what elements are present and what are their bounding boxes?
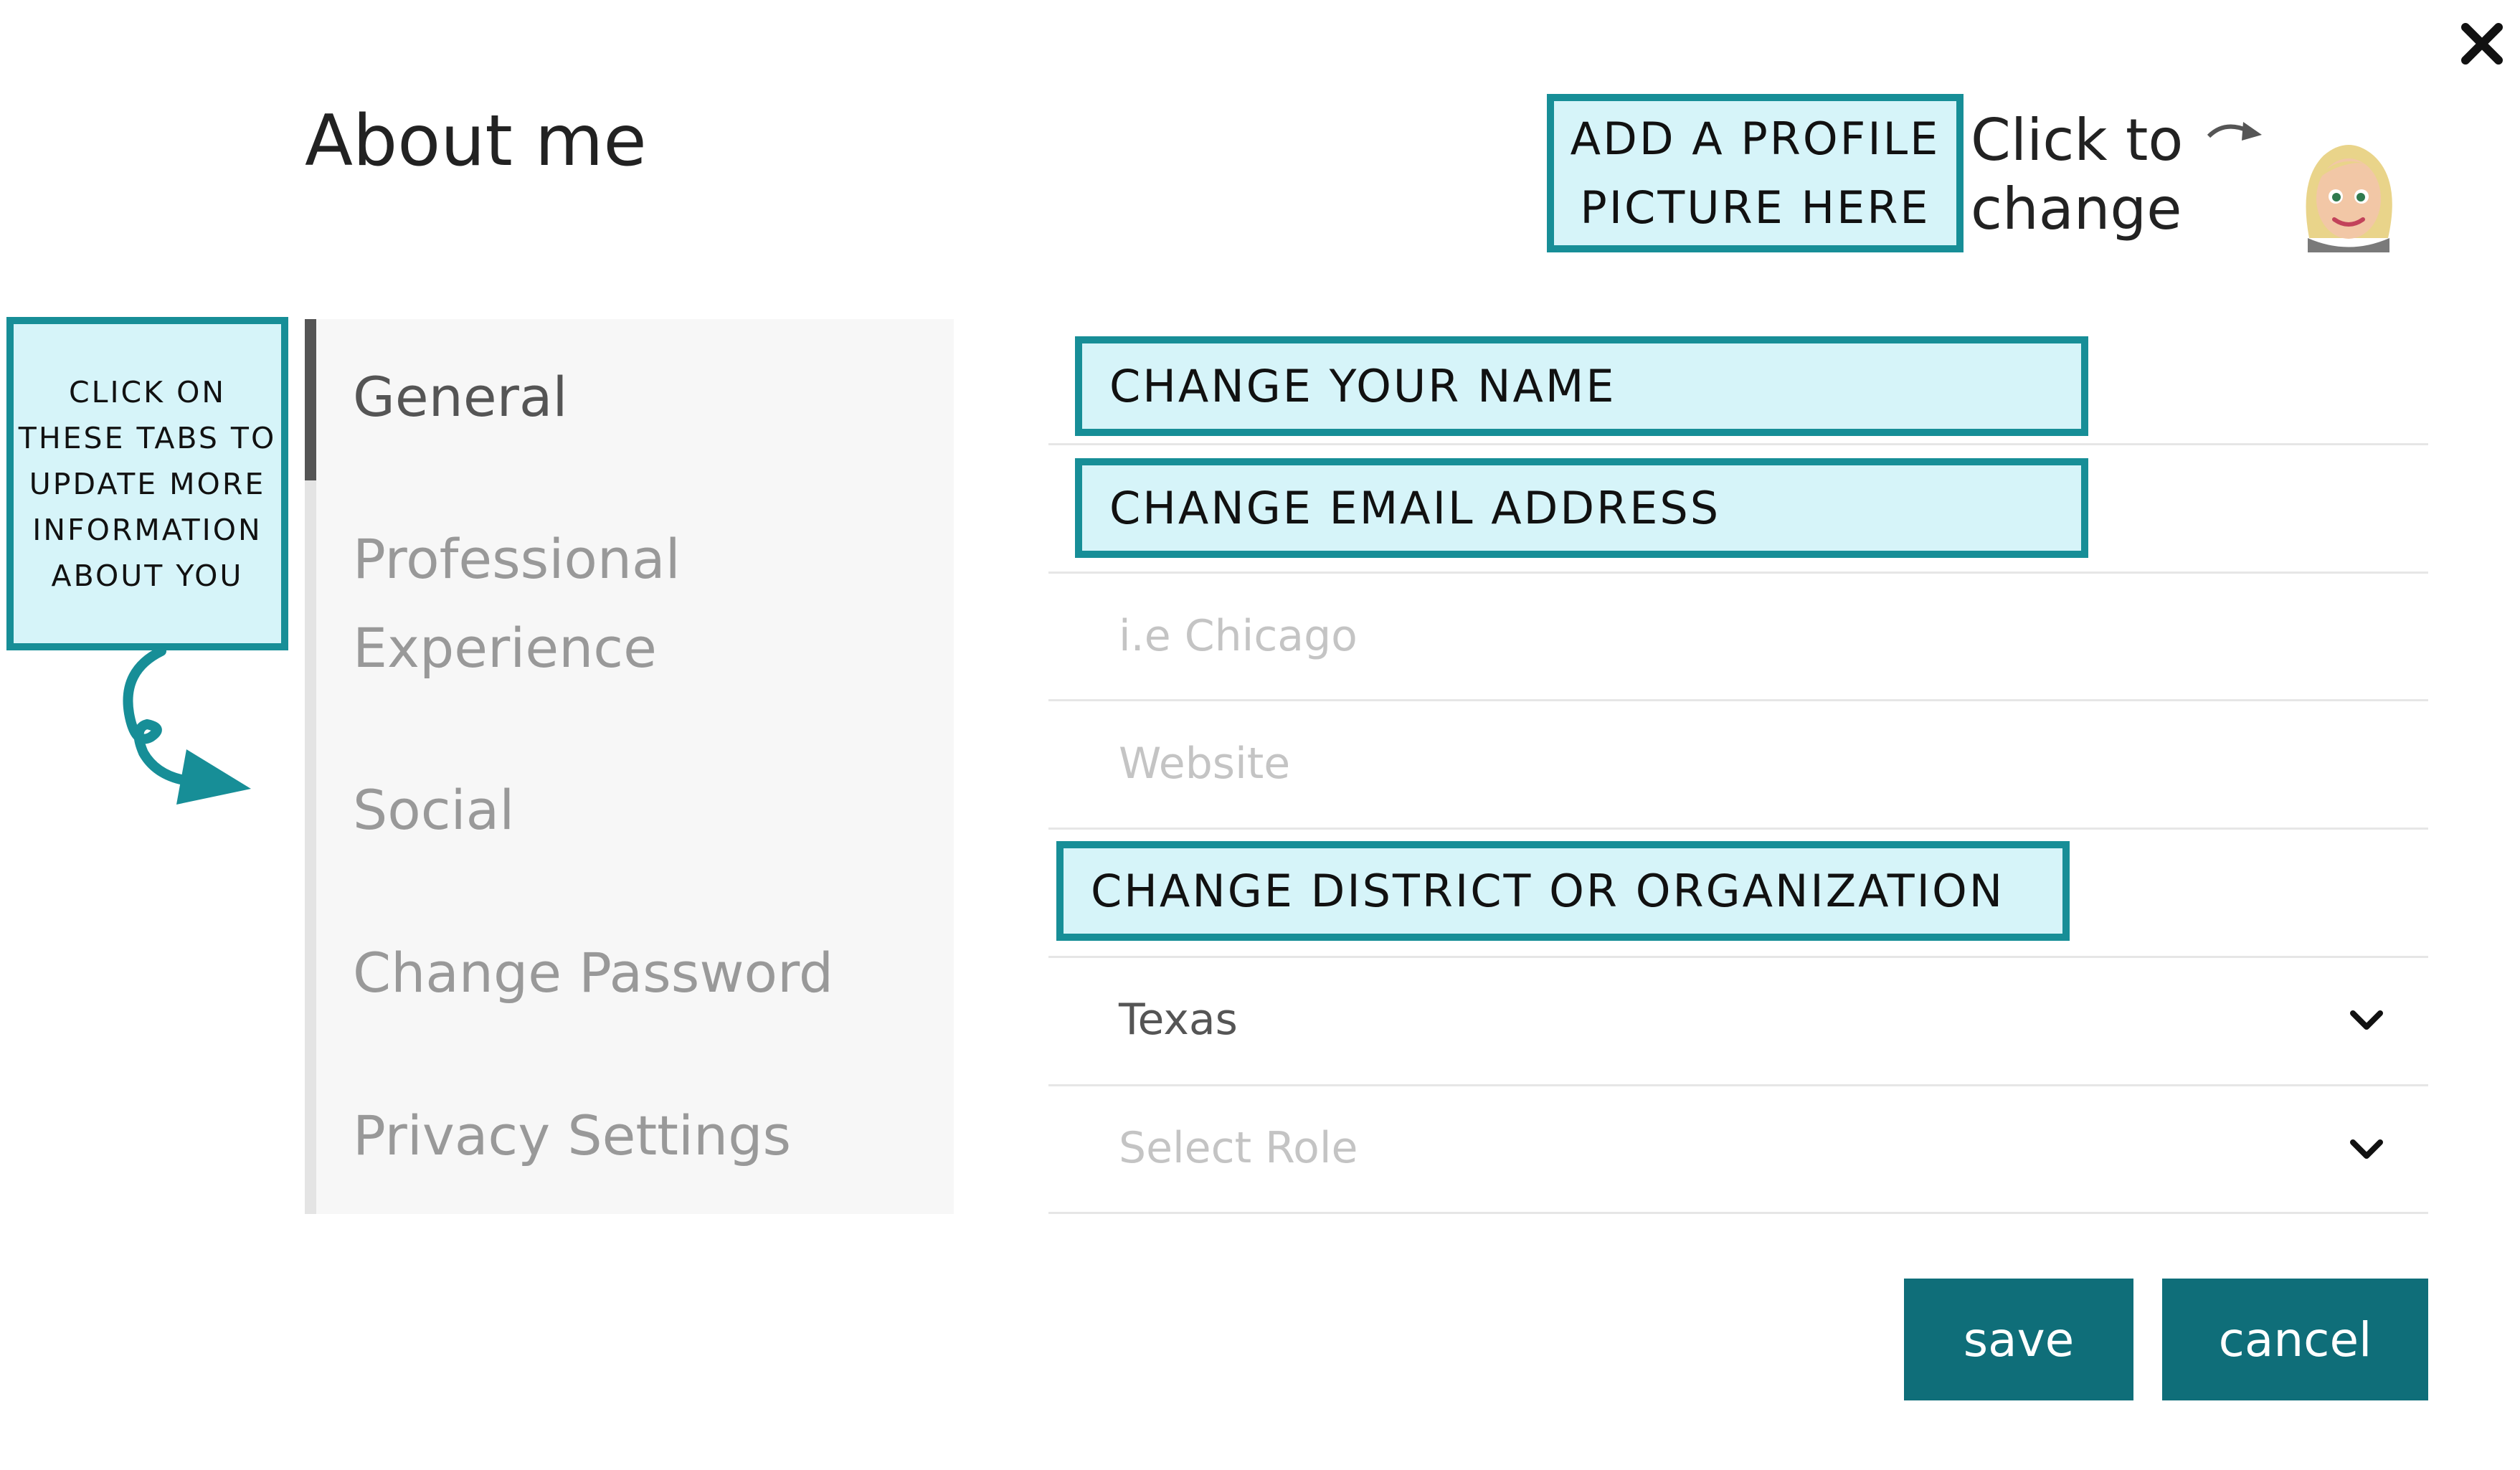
tab-active-indicator [305, 319, 316, 480]
location-placeholder: i.e Chicago [1119, 611, 1358, 661]
email-field-callout[interactable]: CHANGE EMAIL ADDRESS [1075, 458, 2088, 558]
field-divider [1048, 1084, 2428, 1086]
tab-professional-experience[interactable]: Professional Experience [353, 515, 927, 693]
tab-social[interactable]: Social [353, 766, 927, 855]
field-divider [1048, 1212, 2428, 1214]
field-divider [1048, 699, 2428, 701]
page-title: About me [305, 100, 647, 182]
field-divider [1048, 956, 2428, 958]
role-select-placeholder: Select Role [1119, 1123, 1358, 1173]
website-placeholder: Website [1119, 739, 1291, 789]
chevron-down-icon[interactable] [2349, 1137, 2384, 1162]
cancel-button[interactable]: cancel [2162, 1279, 2428, 1400]
curved-arrow-icon [2207, 122, 2262, 141]
tab-change-password[interactable]: Change Password [353, 929, 927, 1018]
click-to-change-label[interactable]: Click to change [1971, 106, 2200, 244]
state-select-value: Texas [1119, 995, 1238, 1045]
name-field-callout[interactable]: CHANGE YOUR NAME [1075, 336, 2088, 436]
avatar-icon[interactable] [2295, 131, 2402, 252]
curved-arrow-icon [123, 646, 251, 805]
tab-general[interactable]: General [353, 353, 927, 442]
profile-picture-callout: ADD A PROFILE PICTURE HERE [1547, 94, 1964, 252]
tabs-callout: CLICK ON THESE TABS TO UPDATE MORE INFOR… [6, 317, 288, 650]
field-divider [1048, 828, 2428, 830]
save-button[interactable]: save [1904, 1279, 2133, 1400]
close-icon[interactable] [2460, 22, 2504, 66]
tab-privacy-settings[interactable]: Privacy Settings [353, 1091, 927, 1180]
field-divider [1048, 572, 2428, 574]
district-field-callout[interactable]: CHANGE DISTRICT OR ORGANIZATION [1056, 841, 2070, 941]
state-select[interactable] [1048, 964, 2428, 1086]
chevron-down-icon[interactable] [2349, 1008, 2384, 1033]
field-divider [1048, 443, 2428, 445]
